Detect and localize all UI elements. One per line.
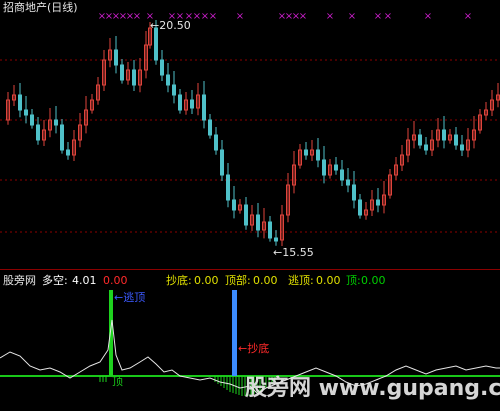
escape-top-bar <box>109 290 113 376</box>
escape-top-text: 逃顶 <box>123 291 146 304</box>
watermark: 股旁网 www.gupang.com <box>245 376 500 401</box>
buy-bottom-annotation: ←抄底 <box>238 342 269 355</box>
top-annotation: 顶 <box>112 375 123 388</box>
left-arrow-icon: ← <box>114 291 124 304</box>
buy-bottom-bar <box>232 290 237 376</box>
stock-chart-window: × × × × × × × × × × × × × × × × × × × × × × × × 招商地产(日线) ←20.50… <box>0 0 500 411</box>
buy-bottom-text: 抄底 <box>247 342 270 355</box>
escape-top-annotation: ←逃顶 <box>114 291 145 304</box>
left-arrow-icon: ← <box>238 342 248 355</box>
